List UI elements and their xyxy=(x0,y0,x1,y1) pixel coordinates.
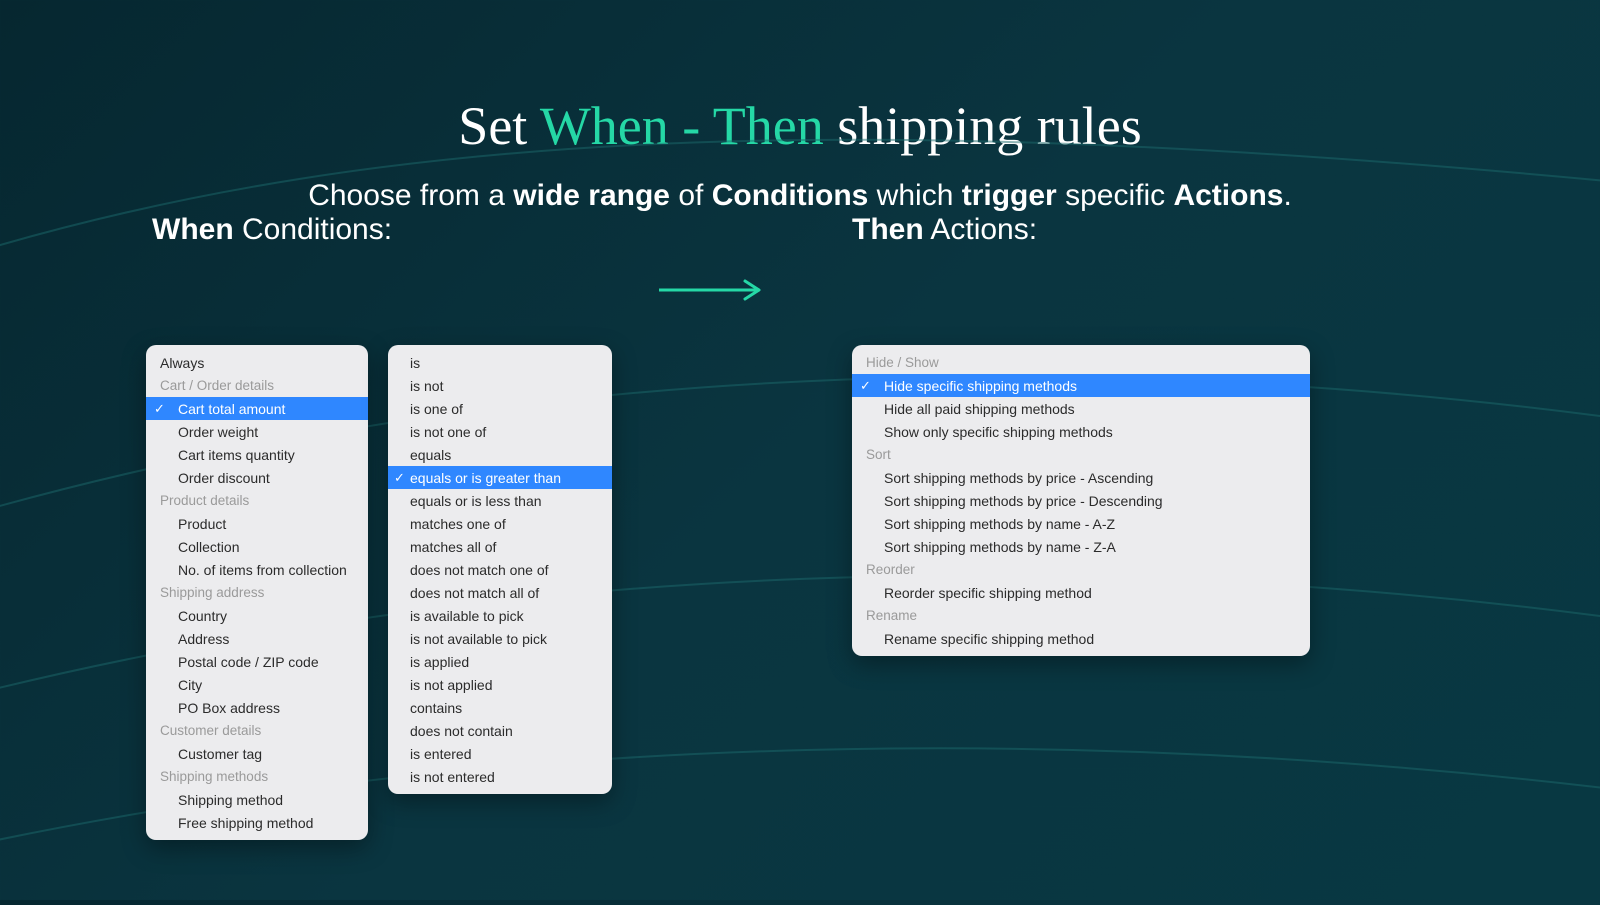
condition-group-label: Cart / Order details xyxy=(146,374,368,397)
action-item[interactable]: Sort shipping methods by name - A-Z xyxy=(852,512,1310,535)
condition-item[interactable]: City xyxy=(146,673,368,696)
conditions-dropdown[interactable]: AlwaysCart / Order detailsCart total amo… xyxy=(146,345,368,840)
operator-item[interactable]: is xyxy=(388,351,612,374)
action-item[interactable]: Sort shipping methods by price - Descend… xyxy=(852,489,1310,512)
condition-item[interactable]: Shipping method xyxy=(146,788,368,811)
operator-item[interactable]: does not match one of xyxy=(388,558,612,581)
operator-item[interactable]: is not available to pick xyxy=(388,627,612,650)
title-accent: When - Then xyxy=(540,96,824,156)
title-pre: Set xyxy=(458,96,540,156)
actions-dropdown[interactable]: Hide / ShowHide specific shipping method… xyxy=(852,345,1310,656)
operator-item[interactable]: contains xyxy=(388,696,612,719)
action-item[interactable]: Rename specific shipping method xyxy=(852,627,1310,650)
section-label-when: When Conditions: xyxy=(152,213,392,247)
condition-group-label: Customer details xyxy=(146,719,368,742)
action-item[interactable]: Hide specific shipping methods xyxy=(852,374,1310,397)
condition-item[interactable]: Cart total amount xyxy=(146,397,368,420)
condition-group-label: Shipping address xyxy=(146,581,368,604)
action-group-label: Sort xyxy=(852,443,1310,466)
condition-item[interactable]: PO Box address xyxy=(146,696,368,719)
action-item[interactable]: Show only specific shipping methods xyxy=(852,420,1310,443)
condition-item[interactable]: Address xyxy=(146,627,368,650)
action-item[interactable]: Sort shipping methods by price - Ascendi… xyxy=(852,466,1310,489)
operator-item[interactable]: is entered xyxy=(388,742,612,765)
section-label-then: Then Actions: xyxy=(852,213,1037,247)
condition-item[interactable]: No. of items from collection xyxy=(146,558,368,581)
action-group-label: Reorder xyxy=(852,558,1310,581)
operator-item[interactable]: is one of xyxy=(388,397,612,420)
operator-item[interactable]: is not entered xyxy=(388,765,612,788)
action-group-label: Hide / Show xyxy=(852,351,1310,374)
operator-item[interactable]: matches all of xyxy=(388,535,612,558)
condition-item[interactable]: Cart items quantity xyxy=(146,443,368,466)
operator-item[interactable]: does not contain xyxy=(388,719,612,742)
page-subtitle: Choose from a wide range of Conditions w… xyxy=(0,179,1600,213)
action-item[interactable]: Hide all paid shipping methods xyxy=(852,397,1310,420)
action-item[interactable]: Reorder specific shipping method xyxy=(852,581,1310,604)
page-title: Set When - Then shipping rules xyxy=(0,0,1600,157)
operators-dropdown[interactable]: isis notis one ofis not one ofequalsequa… xyxy=(388,345,612,794)
operator-item[interactable]: does not match all of xyxy=(388,581,612,604)
arrow-icon xyxy=(655,275,775,310)
condition-group-label: Product details xyxy=(146,489,368,512)
condition-item[interactable]: Country xyxy=(146,604,368,627)
action-item[interactable]: Sort shipping methods by name - Z-A xyxy=(852,535,1310,558)
condition-item[interactable]: Product xyxy=(146,512,368,535)
condition-item-always[interactable]: Always xyxy=(146,351,368,374)
condition-item[interactable]: Collection xyxy=(146,535,368,558)
operator-item[interactable]: is applied xyxy=(388,650,612,673)
condition-item[interactable]: Free shipping method xyxy=(146,811,368,834)
operator-item[interactable]: is not one of xyxy=(388,420,612,443)
condition-item[interactable]: Order weight xyxy=(146,420,368,443)
operator-item[interactable]: equals or is less than xyxy=(388,489,612,512)
operator-item[interactable]: is not xyxy=(388,374,612,397)
condition-item[interactable]: Postal code / ZIP code xyxy=(146,650,368,673)
condition-item[interactable]: Customer tag xyxy=(146,742,368,765)
action-group-label: Rename xyxy=(852,604,1310,627)
condition-item[interactable]: Order discount xyxy=(146,466,368,489)
title-post: shipping rules xyxy=(824,96,1142,156)
operator-item[interactable]: equals xyxy=(388,443,612,466)
condition-group-label: Shipping methods xyxy=(146,765,368,788)
operator-item[interactable]: is available to pick xyxy=(388,604,612,627)
operator-item[interactable]: equals or is greater than xyxy=(388,466,612,489)
operator-item[interactable]: matches one of xyxy=(388,512,612,535)
operator-item[interactable]: is not applied xyxy=(388,673,612,696)
